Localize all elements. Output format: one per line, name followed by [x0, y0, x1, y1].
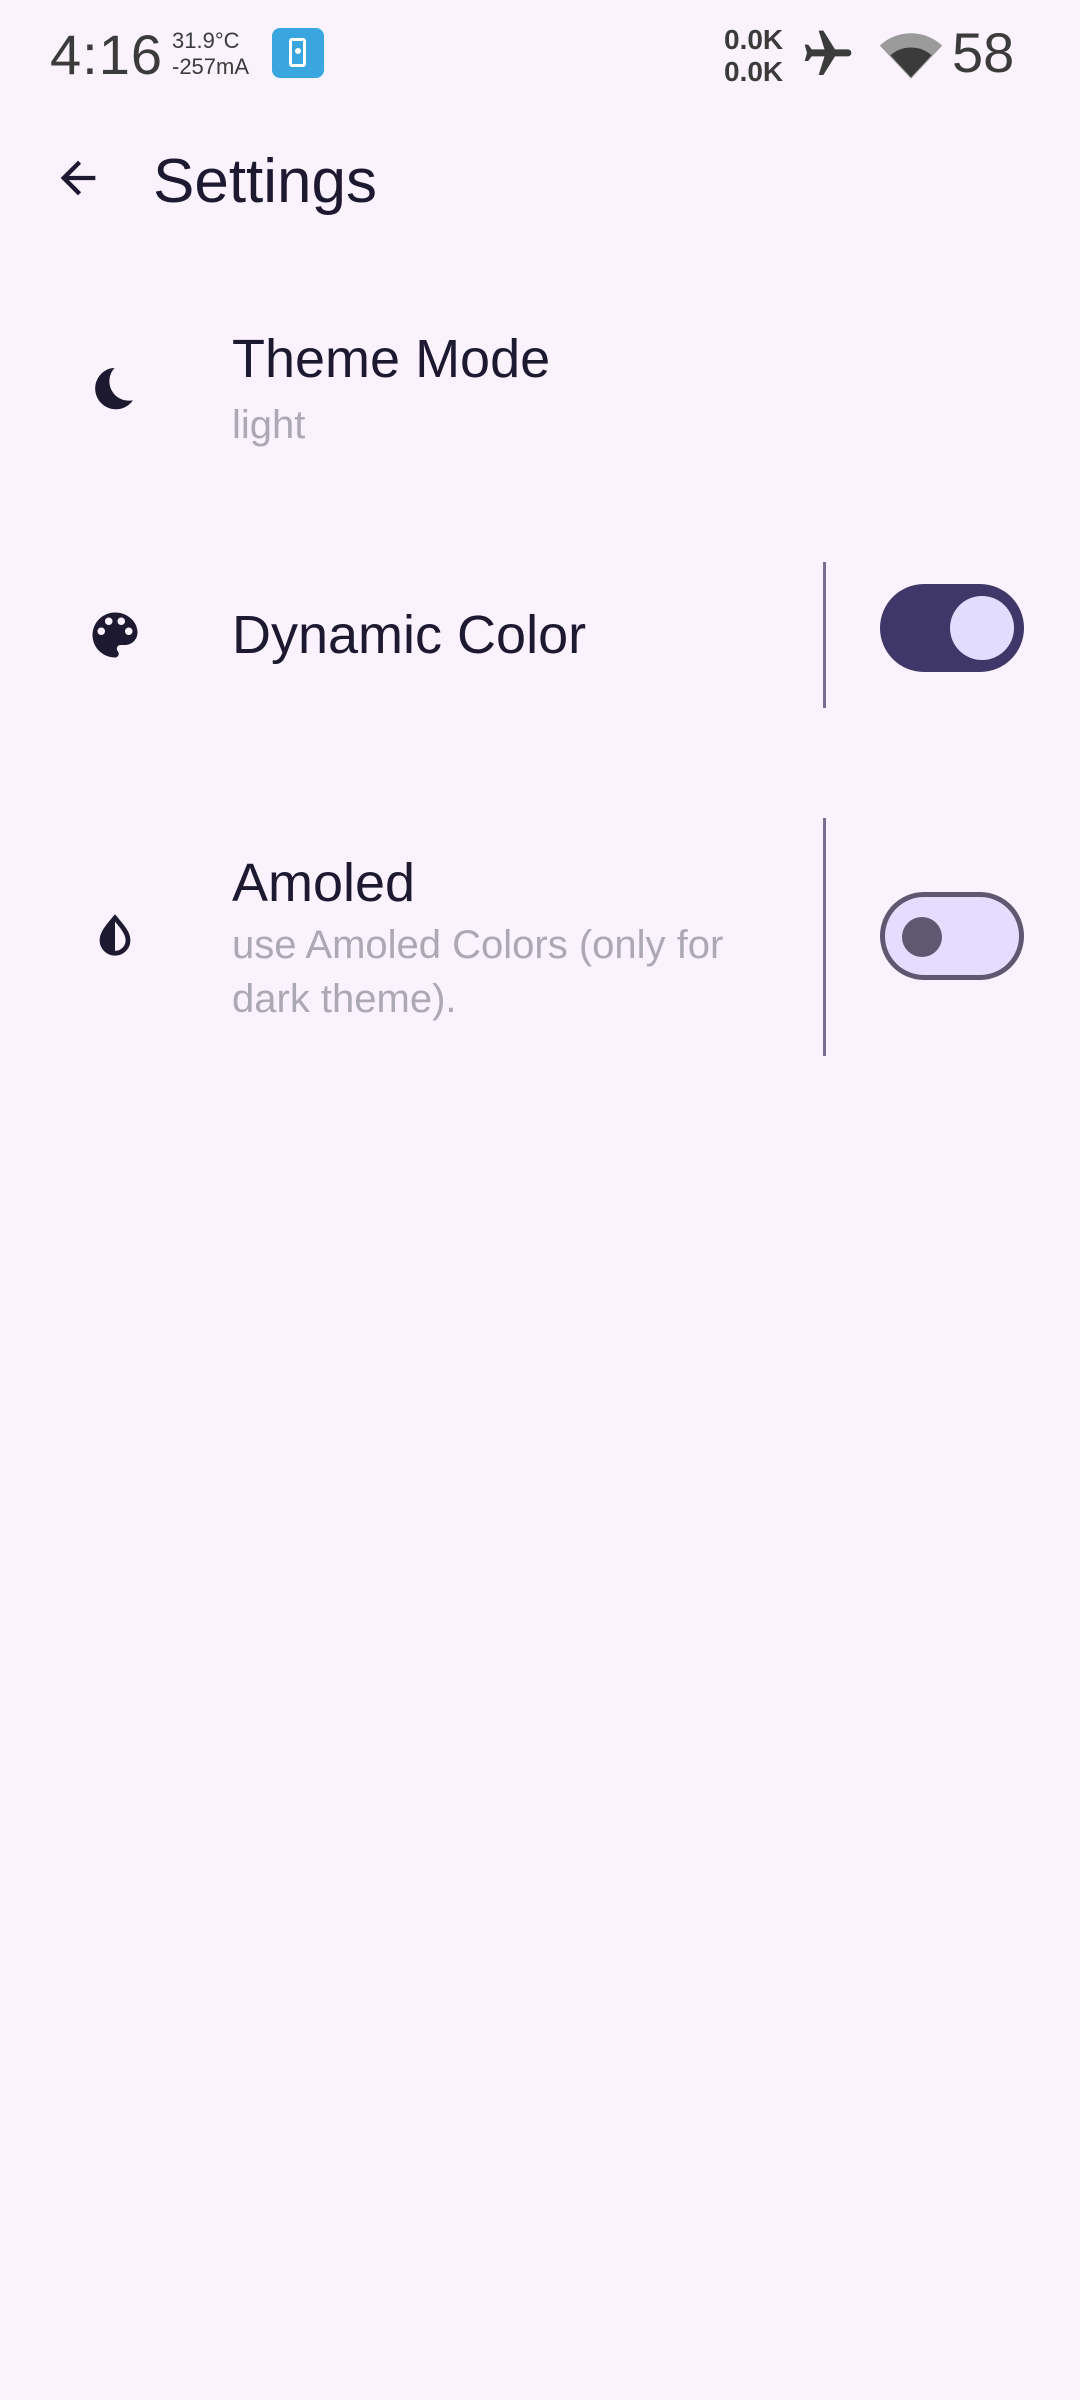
- contrast-drop-icon: [82, 904, 148, 970]
- net-down: 0.0K: [724, 56, 784, 87]
- back-button[interactable]: [40, 140, 116, 216]
- status-time: 4:16: [50, 23, 163, 86]
- app-phone-icon: [272, 28, 324, 78]
- setting-subtitle: light: [232, 403, 306, 447]
- setting-theme-mode[interactable]: Theme Mode light: [0, 300, 1080, 480]
- setting-title: Theme Mode: [232, 329, 551, 389]
- wifi-icon: [879, 33, 943, 79]
- amoled-toggle[interactable]: [880, 892, 1024, 980]
- setting-amoled[interactable]: Amoled use Amoled Colors (only for dark …: [0, 818, 1080, 1058]
- moon-icon: [82, 356, 148, 422]
- arrow-back-icon: [60, 160, 96, 196]
- status-temp-current: 31.9°C -257mA: [172, 28, 249, 80]
- status-bar: 4:16 31.9°C -257mA 0.0K 0.0K 58: [0, 0, 1080, 110]
- dynamic-color-toggle[interactable]: [880, 584, 1024, 672]
- toggle-thumb: [902, 917, 942, 957]
- battery-level: 58: [952, 21, 1015, 84]
- setting-title: Dynamic Color: [232, 605, 587, 665]
- net-up: 0.0K: [724, 24, 784, 55]
- palette-icon: [82, 602, 148, 668]
- status-temperature: 31.9°C: [172, 28, 240, 53]
- page-title: Settings: [153, 147, 378, 216]
- toggle-thumb: [950, 596, 1014, 660]
- settings-screen: 4:16 31.9°C -257mA 0.0K 0.0K 58 Settings: [0, 0, 1080, 2400]
- setting-dynamic-color[interactable]: Dynamic Color: [0, 560, 1080, 710]
- divider: [823, 818, 826, 1056]
- status-current: -257mA: [172, 54, 250, 79]
- network-speed: 0.0K 0.0K: [724, 24, 783, 88]
- airplane-icon: [804, 30, 852, 75]
- top-app-bar: Settings: [0, 120, 1080, 246]
- setting-subtitle: use Amoled Colors (only for dark theme).: [232, 923, 724, 1021]
- divider: [823, 562, 826, 708]
- setting-title: Amoled: [232, 853, 416, 913]
